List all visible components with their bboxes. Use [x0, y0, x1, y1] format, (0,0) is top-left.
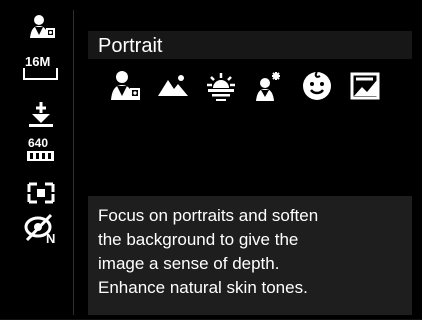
focus-area-icon[interactable]: [22, 178, 60, 208]
image-size-icon[interactable]: 16M: [22, 53, 60, 83]
movie-size-icon[interactable]: 640: [22, 136, 60, 166]
scene-description-text: Focus on portraits and soften the backgr…: [98, 206, 319, 297]
image-size-label: 16M: [25, 54, 50, 69]
backlight-icon[interactable]: [348, 69, 382, 103]
landscape-icon[interactable]: [156, 69, 190, 103]
exposure-compensation-icon[interactable]: [22, 99, 60, 129]
left-menu-rail: 16M 640 N: [5, 10, 74, 315]
portrait-icon[interactable]: [108, 69, 142, 103]
scene-mode-icons: [108, 65, 398, 107]
scene-description-panel: Focus on portraits and soften the backgr…: [88, 196, 412, 315]
camera-menu-page: Menu options 16M 640 N Portrait Focus on…: [0, 0, 422, 320]
scene-mode-menu: Portrait Focus on portraits and soften t…: [88, 28, 412, 315]
baby-icon[interactable]: [300, 69, 334, 103]
camera-lcd-screen: 16M 640 N Portrait Focus on portraits an…: [0, 0, 422, 320]
night-portrait-icon[interactable]: [252, 69, 286, 103]
sunset-icon[interactable]: [204, 69, 238, 103]
movie-size-label: 640: [28, 136, 48, 150]
menu-options-caption: Menu options: [138, 0, 284, 13]
selected-mode-title-bar: Portrait: [88, 31, 412, 59]
portrait-scene-icon[interactable]: [22, 13, 60, 43]
selected-mode-title: Portrait: [98, 35, 163, 57]
face-detection-label: N: [46, 231, 55, 246]
face-detection-icon[interactable]: N: [22, 213, 60, 246]
